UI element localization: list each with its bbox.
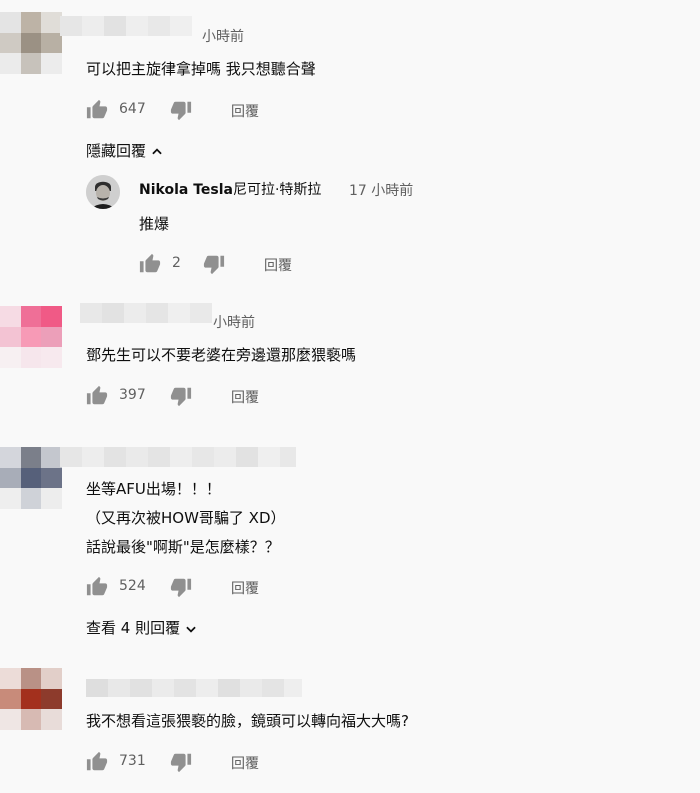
thumb-down-icon (203, 255, 225, 275)
reply-time[interactable]: 17 小時前 (349, 180, 413, 200)
thumb-up-icon (86, 751, 108, 771)
dislike-button[interactable] (203, 253, 225, 275)
reply-avatar[interactable] (86, 175, 120, 209)
comment-text: （又再次被HOW哥騙了 XD） (86, 509, 286, 527)
reply-button[interactable]: 回覆 (231, 578, 259, 598)
comment-time[interactable]: 小時前 (202, 26, 244, 46)
like-count: 524 (119, 578, 146, 594)
like-count: 397 (119, 387, 146, 403)
dislike-button[interactable] (170, 385, 192, 407)
toggle-label: 隱藏回覆 (86, 142, 147, 160)
author-name-blurred[interactable] (60, 16, 198, 36)
like-count: 731 (119, 753, 146, 769)
like-button[interactable] (86, 99, 108, 121)
dislike-button[interactable] (170, 751, 192, 773)
thumb-up-icon (86, 99, 108, 119)
comment-text: 鄧先生可以不要老婆在旁邊還那麼猥褻嗎 (86, 346, 357, 364)
comment-text: 可以把主旋律拿掉嗎 我只想聽合聲 (86, 60, 316, 78)
author-name-blurred[interactable] (60, 447, 296, 467)
thumb-down-icon (170, 753, 192, 773)
avatar[interactable] (0, 306, 62, 368)
comment-actions: 647 回覆 (86, 99, 286, 121)
thumb-up-icon (139, 253, 161, 273)
view-replies-toggle[interactable]: 查看 4 則回覆 (86, 617, 198, 638)
reply-author-name-cn: 尼可拉·特斯拉 (232, 182, 322, 198)
reply-button[interactable]: 回覆 (231, 101, 259, 121)
dislike-button[interactable] (170, 576, 192, 598)
chevron-down-icon (186, 626, 196, 633)
comment-actions: 731 回覆 (86, 751, 286, 773)
like-button[interactable] (86, 576, 108, 598)
like-button[interactable] (86, 751, 108, 773)
comment-actions: 524 回覆 (86, 576, 286, 598)
comment-text: 話說最後"啊斯"是怎麼樣？？ (86, 538, 280, 556)
avatar[interactable] (0, 12, 62, 74)
reply-actions: 2 回覆 (139, 253, 339, 275)
thumb-down-icon (170, 387, 192, 407)
thumb-down-icon (170, 101, 192, 121)
comment-text: 坐等AFU出場！！！ (86, 480, 221, 498)
reply-button[interactable]: 回覆 (231, 387, 259, 407)
avatar[interactable] (0, 447, 62, 509)
thumb-down-icon (170, 578, 192, 598)
avatar[interactable] (0, 668, 62, 730)
reply-button[interactable]: 回覆 (231, 753, 259, 773)
toggle-label: 查看 4 則回覆 (86, 619, 181, 637)
comment-actions: 397 回覆 (86, 385, 286, 407)
like-count: 647 (119, 101, 146, 117)
author-name-blurred[interactable] (80, 303, 212, 323)
thumb-up-icon (86, 385, 108, 405)
reply-author-name: Nikola Tesla (139, 182, 233, 198)
reply-author[interactable]: Nikola Tesla尼可拉·特斯拉 (139, 179, 321, 199)
author-name-blurred[interactable] (86, 679, 302, 697)
reply-button[interactable]: 回覆 (264, 255, 292, 275)
like-count: 2 (172, 255, 181, 271)
like-button[interactable] (86, 385, 108, 407)
comment-time[interactable]: 小時前 (213, 312, 255, 332)
comment-text: 我不想看這張猥褻的臉，鏡頭可以轉向福大大嗎? (86, 712, 409, 730)
chevron-up-icon (152, 147, 162, 154)
hide-replies-toggle[interactable]: 隱藏回覆 (86, 140, 164, 161)
thumb-up-icon (86, 576, 108, 596)
like-button[interactable] (139, 253, 161, 275)
reply-text: 推爆 (139, 215, 170, 233)
dislike-button[interactable] (170, 99, 192, 121)
